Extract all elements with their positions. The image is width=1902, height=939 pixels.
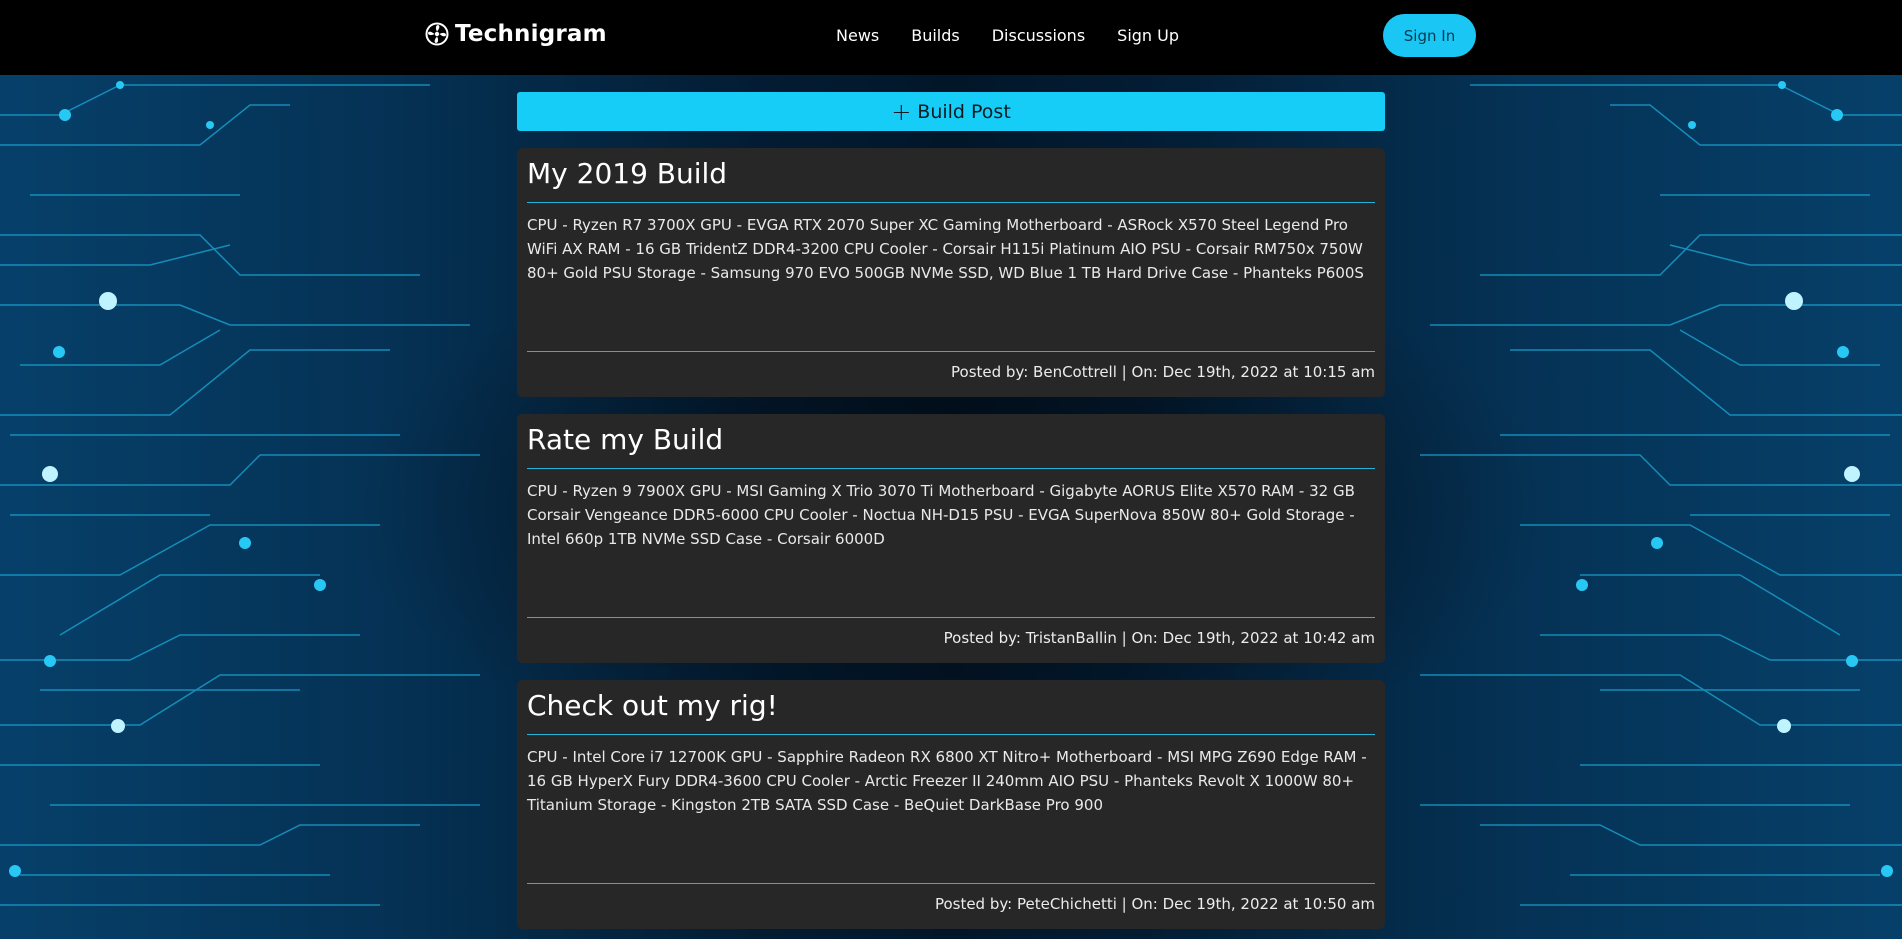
sign-in-button[interactable]: Sign In bbox=[1383, 14, 1476, 57]
post-body: CPU - Ryzen R7 3700X GPU - EVGA RTX 2070… bbox=[527, 216, 1364, 282]
post-meta: Posted by: PeteChichetti | On: Dec 19th,… bbox=[934, 895, 1375, 913]
plus-icon: + bbox=[891, 97, 912, 126]
divider bbox=[527, 202, 1375, 203]
nav-link-news[interactable]: News bbox=[836, 26, 879, 45]
build-post-label: Build Post bbox=[917, 100, 1011, 123]
divider bbox=[527, 351, 1375, 352]
post-card[interactable]: Rate my Build CPU - Ryzen 9 7900X GPU - … bbox=[517, 414, 1385, 663]
post-meta: Posted by: TristanBallin | On: Dec 19th,… bbox=[943, 629, 1375, 647]
fan-icon bbox=[425, 22, 449, 46]
main-feed: + Build Post My 2019 Build CPU - Ryzen R… bbox=[517, 92, 1385, 929]
build-post-button[interactable]: + Build Post bbox=[517, 92, 1385, 131]
post-body: CPU - Intel Core i7 12700K GPU - Sapphir… bbox=[527, 748, 1367, 814]
post-title[interactable]: Check out my rig! bbox=[527, 689, 778, 722]
divider bbox=[527, 734, 1375, 735]
post-title[interactable]: Rate my Build bbox=[527, 423, 723, 456]
nav-link-builds[interactable]: Builds bbox=[911, 26, 960, 45]
brand-logo[interactable]: Technigram bbox=[425, 21, 607, 47]
post-meta: Posted by: BenCottrell | On: Dec 19th, 2… bbox=[951, 363, 1375, 381]
divider bbox=[527, 617, 1375, 618]
nav-link-sign-up[interactable]: Sign Up bbox=[1117, 26, 1179, 45]
divider bbox=[527, 468, 1375, 469]
nav-links: News Builds Discussions Sign Up bbox=[836, 26, 1211, 45]
post-title[interactable]: My 2019 Build bbox=[527, 157, 727, 190]
nav-link-discussions[interactable]: Discussions bbox=[992, 26, 1085, 45]
divider bbox=[527, 883, 1375, 884]
post-card[interactable]: Check out my rig! CPU - Intel Core i7 12… bbox=[517, 680, 1385, 929]
post-body: CPU - Ryzen 9 7900X GPU - MSI Gaming X T… bbox=[527, 482, 1355, 548]
top-navbar: Technigram News Builds Discussions Sign … bbox=[0, 0, 1902, 75]
brand-name: Technigram bbox=[455, 21, 607, 47]
post-card[interactable]: My 2019 Build CPU - Ryzen R7 3700X GPU -… bbox=[517, 148, 1385, 397]
